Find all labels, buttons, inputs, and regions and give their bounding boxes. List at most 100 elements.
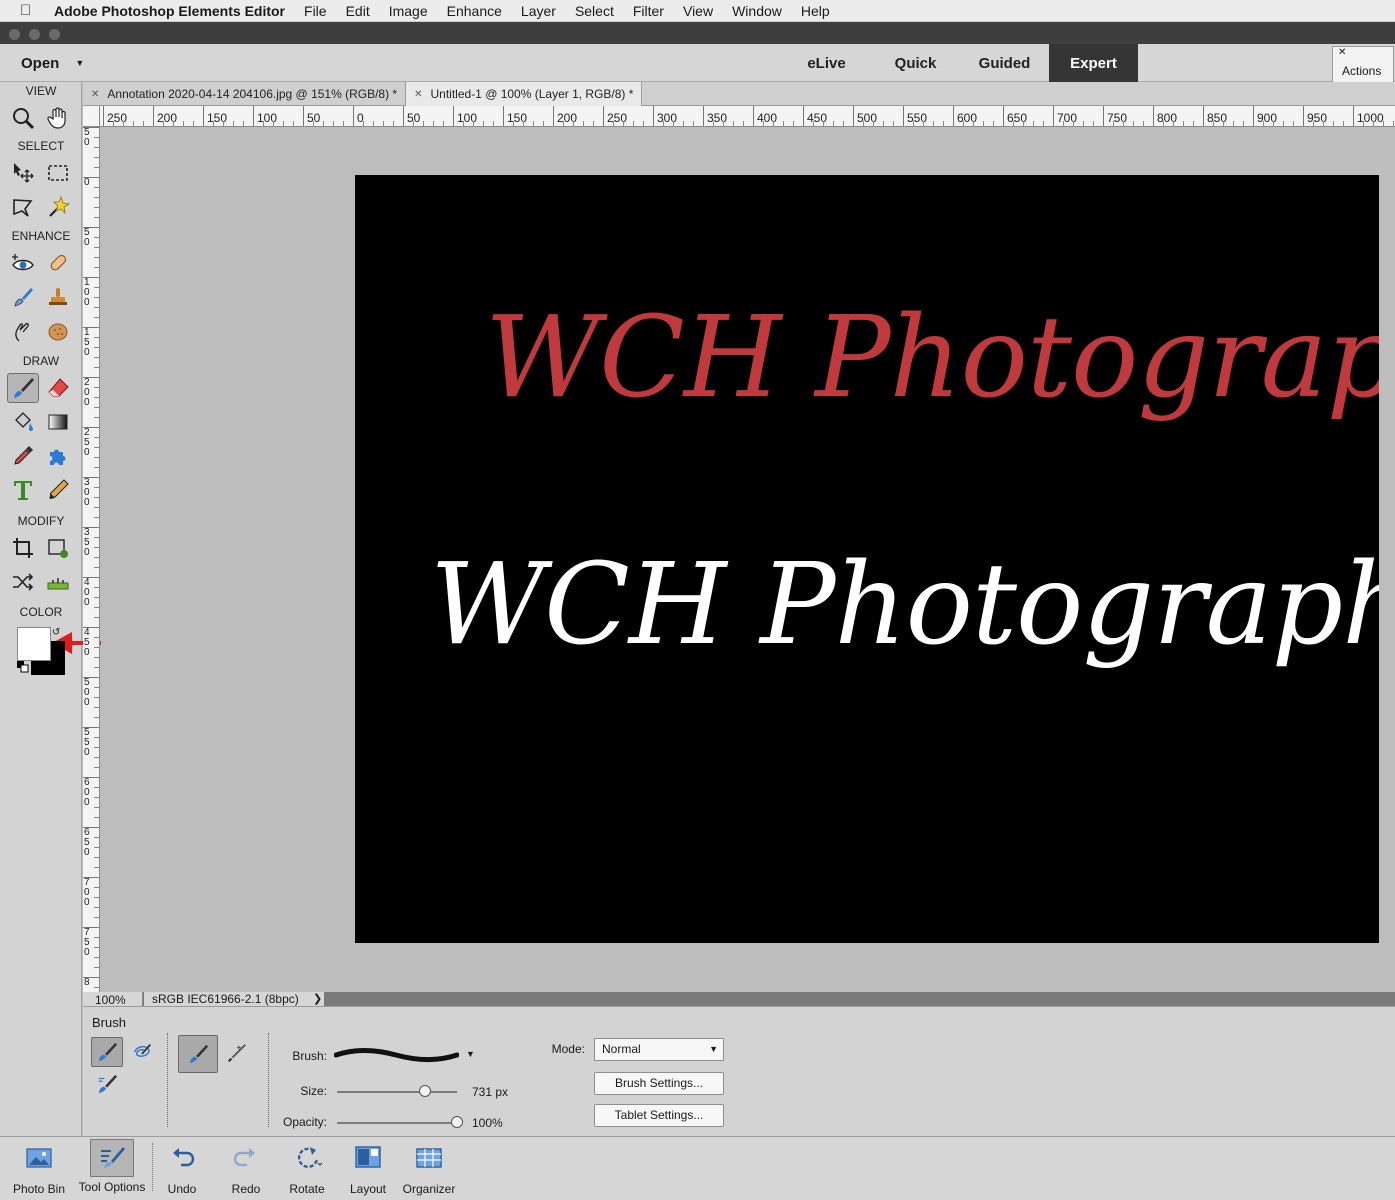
ruler-minor-tick	[733, 121, 734, 126]
recompose-tool[interactable]	[42, 533, 74, 563]
airbrush-button[interactable]	[221, 1038, 253, 1068]
ruler-minor-tick	[94, 467, 99, 468]
magnifier-icon	[13, 108, 35, 130]
undo-button[interactable]: Undo	[158, 1137, 206, 1199]
ruler-minor-tick	[94, 237, 99, 238]
color-replacement-button[interactable]	[91, 1069, 123, 1099]
ruler-minor-tick	[633, 121, 634, 126]
menu-filter[interactable]: Filter	[633, 3, 664, 19]
tab-guided[interactable]: Guided	[960, 44, 1049, 82]
ruler-minor-tick	[94, 437, 99, 438]
close-window-button[interactable]	[9, 29, 20, 40]
menu-edit[interactable]: Edit	[346, 3, 370, 19]
smart-brush-tool[interactable]	[7, 282, 39, 312]
ruler-minor-tick	[94, 137, 99, 138]
shape-tool[interactable]	[42, 441, 74, 471]
menu-layer[interactable]: Layer	[521, 3, 556, 19]
magic-wand-tool[interactable]	[42, 192, 74, 222]
close-icon[interactable]: ✕	[1338, 47, 1346, 58]
ruler-minor-tick	[713, 121, 714, 126]
organizer-button[interactable]: Organizer	[399, 1137, 459, 1199]
brush-tool[interactable]	[7, 373, 39, 403]
paint-bucket-tool[interactable]	[7, 407, 39, 437]
minimize-window-button[interactable]	[29, 29, 40, 40]
brush-preset-preview[interactable]	[334, 1046, 459, 1064]
crop-tool[interactable]	[7, 533, 39, 563]
tab-untitled-document[interactable]: ✕ Untitled-1 @ 100% (Layer 1, RGB/8) *	[406, 82, 643, 106]
clone-stamp-tool[interactable]	[42, 282, 74, 312]
ruler-minor-tick	[1033, 121, 1034, 126]
ruler-minor-tick	[1273, 121, 1274, 126]
marquee-tool[interactable]	[42, 158, 74, 188]
menu-help[interactable]: Help	[801, 3, 830, 19]
zoom-level[interactable]: 100%	[83, 992, 143, 1007]
spot-healing-tool[interactable]	[42, 248, 74, 278]
layout-button[interactable]: Layout	[344, 1137, 392, 1199]
tool-options-button[interactable]: Tool Options	[74, 1137, 150, 1199]
eyedropper-tool[interactable]	[7, 441, 39, 471]
chevron-right-icon[interactable]: ❯	[313, 992, 322, 1006]
ruler-minor-tick	[94, 247, 99, 248]
ruler-tick-label: 650	[83, 827, 99, 858]
smart-brush-icon	[14, 288, 33, 307]
ruler-minor-tick	[1323, 121, 1324, 126]
chevron-down-icon[interactable]: ▼	[466, 1049, 475, 1059]
move-tool[interactable]	[7, 158, 39, 188]
menu-select[interactable]: Select	[575, 3, 614, 19]
tab-expert[interactable]: Expert	[1049, 44, 1138, 82]
menu-view[interactable]: View	[683, 3, 713, 19]
zoom-tool[interactable]	[7, 103, 39, 133]
ruler-origin[interactable]	[83, 106, 100, 127]
straighten-tool[interactable]	[42, 567, 74, 597]
ruler-minor-tick	[483, 121, 484, 126]
close-icon[interactable]: ✕	[91, 89, 99, 100]
red-eye-tool[interactable]	[7, 248, 39, 278]
zoom-window-button[interactable]	[49, 29, 60, 40]
gradient-tool[interactable]	[42, 407, 74, 437]
lasso-tool[interactable]	[7, 192, 39, 222]
impressionist-brush-button[interactable]	[126, 1037, 158, 1067]
ruler-minor-tick	[383, 121, 384, 126]
open-button[interactable]: Open ▼	[8, 44, 92, 82]
app-name-menu[interactable]: Adobe Photoshop Elements Editor	[54, 3, 285, 19]
blur-tool[interactable]	[7, 316, 39, 346]
pencil-tool[interactable]	[42, 475, 74, 505]
tab-quick[interactable]: Quick	[871, 44, 960, 82]
rotate-button[interactable]: Rotate	[283, 1137, 331, 1199]
ruler-minor-tick	[94, 707, 99, 708]
menu-window[interactable]: Window	[732, 3, 782, 19]
ruler-minor-tick	[1173, 121, 1174, 126]
close-icon[interactable]: ✕	[414, 89, 422, 100]
ruler-minor-tick	[94, 187, 99, 188]
opacity-slider-track[interactable]	[337, 1122, 457, 1124]
sponge-tool[interactable]	[42, 316, 74, 346]
brush-mode-button[interactable]	[91, 1037, 123, 1067]
brush-settings-button[interactable]: Brush Settings...	[594, 1072, 724, 1095]
eraser-tool[interactable]	[42, 373, 74, 403]
type-tool[interactable]	[7, 475, 39, 505]
default-colors-icon[interactable]	[17, 661, 29, 673]
tablet-settings-button[interactable]: Tablet Settings...	[594, 1104, 724, 1127]
opacity-slider-handle[interactable]	[451, 1116, 463, 1128]
apple-icon[interactable]: 	[20, 2, 40, 19]
blend-mode-select[interactable]: Normal ▼	[594, 1038, 724, 1061]
menu-enhance[interactable]: Enhance	[447, 3, 502, 19]
menu-file[interactable]: File	[304, 3, 327, 19]
size-slider-track[interactable]	[337, 1091, 457, 1093]
status-bar: 100% sRGB IEC61966-2.1 (8bpc) ❯	[83, 992, 1395, 1007]
ruler-minor-tick	[94, 587, 99, 588]
content-aware-move-tool[interactable]	[7, 567, 39, 597]
foreground-color-swatch[interactable]	[17, 627, 51, 661]
menu-image[interactable]: Image	[389, 3, 428, 19]
hand-tool[interactable]	[42, 103, 74, 133]
brush-airbrush-off-button[interactable]	[178, 1035, 218, 1073]
tab-annotation-document[interactable]: ✕ Annotation 2020-04-14 204106.jpg @ 151…	[83, 82, 407, 106]
document-canvas[interactable]: WCH Photography WCH Photography	[355, 175, 1379, 943]
photo-bin-button[interactable]: Photo Bin	[8, 1137, 70, 1199]
size-slider-handle[interactable]	[418, 1085, 431, 1097]
ruler-minor-tick	[583, 121, 584, 126]
actions-panel[interactable]: ✕ Actions	[1332, 46, 1394, 84]
tab-elive[interactable]: eLive	[782, 44, 871, 82]
chevron-down-icon[interactable]: ▼	[75, 58, 84, 68]
redo-button[interactable]: Redo	[222, 1137, 270, 1199]
